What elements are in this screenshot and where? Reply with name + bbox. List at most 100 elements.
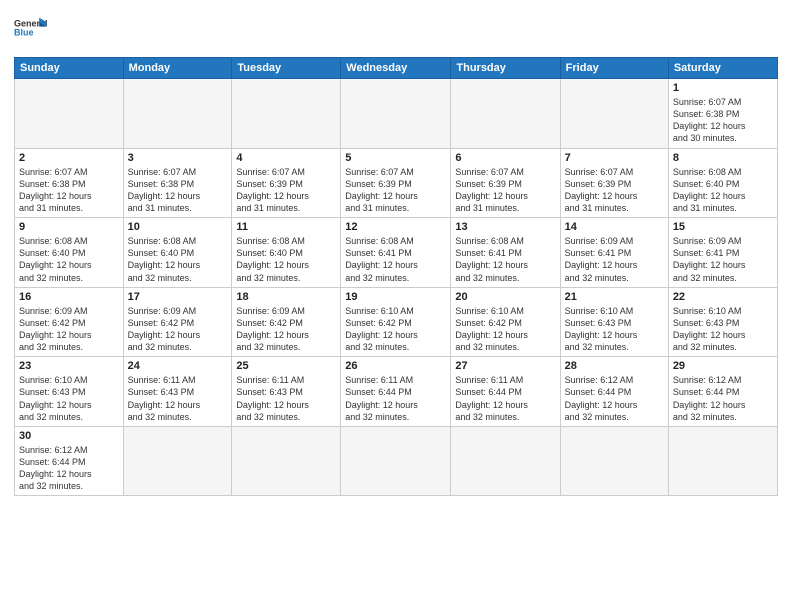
calendar-cell [232, 79, 341, 149]
calendar-week-4: 16 Sunrise: 6:09 AM Sunset: 6:42 PM Dayli… [15, 287, 778, 357]
header: General Blue [14, 10, 778, 51]
day-number: 29 [673, 360, 773, 372]
calendar-week-1: 1 Sunrise: 6:07 AM Sunset: 6:38 PM Daylig… [15, 79, 778, 149]
calendar-cell [15, 79, 124, 149]
day-number: 12 [345, 221, 446, 233]
calendar-cell: 1 Sunrise: 6:07 AM Sunset: 6:38 PM Daylig… [668, 79, 777, 149]
day-info: Sunrise: 6:11 AM Sunset: 6:43 PM Dayligh… [236, 374, 336, 423]
day-info: Sunrise: 6:07 AM Sunset: 6:39 PM Dayligh… [565, 166, 664, 215]
day-info: Sunrise: 6:08 AM Sunset: 6:41 PM Dayligh… [455, 235, 555, 284]
day-number: 1 [673, 82, 773, 94]
day-number: 4 [236, 152, 336, 164]
day-info: Sunrise: 6:07 AM Sunset: 6:38 PM Dayligh… [19, 166, 119, 215]
calendar-cell: 20 Sunrise: 6:10 AM Sunset: 6:42 PM Dayli… [451, 287, 560, 357]
calendar-cell: 30 Sunrise: 6:12 AM Sunset: 6:44 PM Dayli… [15, 426, 124, 496]
day-info: Sunrise: 6:08 AM Sunset: 6:41 PM Dayligh… [345, 235, 446, 284]
day-number: 16 [19, 291, 119, 303]
day-number: 7 [565, 152, 664, 164]
day-info: Sunrise: 6:12 AM Sunset: 6:44 PM Dayligh… [673, 374, 773, 423]
day-info: Sunrise: 6:12 AM Sunset: 6:44 PM Dayligh… [565, 374, 664, 423]
calendar-cell: 29 Sunrise: 6:12 AM Sunset: 6:44 PM Dayli… [668, 357, 777, 427]
day-number: 9 [19, 221, 119, 233]
day-number: 30 [19, 430, 119, 442]
calendar-cell: 21 Sunrise: 6:10 AM Sunset: 6:43 PM Dayli… [560, 287, 668, 357]
day-info: Sunrise: 6:12 AM Sunset: 6:44 PM Dayligh… [19, 444, 119, 493]
calendar-cell: 5Sunrise: 6:07 AM Sunset: 6:39 PM Daylig… [341, 148, 451, 218]
calendar-cell: 9 Sunrise: 6:08 AM Sunset: 6:40 PM Daylig… [15, 218, 124, 288]
day-number: 6 [455, 152, 555, 164]
col-header-monday: Monday [123, 58, 232, 79]
day-info: Sunrise: 6:09 AM Sunset: 6:41 PM Dayligh… [565, 235, 664, 284]
col-header-wednesday: Wednesday [341, 58, 451, 79]
calendar-cell: 24 Sunrise: 6:11 AM Sunset: 6:43 PM Dayli… [123, 357, 232, 427]
calendar-cell: 15Sunrise: 6:09 AM Sunset: 6:41 PM Dayli… [668, 218, 777, 288]
day-number: 2 [19, 152, 119, 164]
col-header-saturday: Saturday [668, 58, 777, 79]
day-number: 27 [455, 360, 555, 372]
day-info: Sunrise: 6:08 AM Sunset: 6:40 PM Dayligh… [673, 166, 773, 215]
calendar-cell: 26Sunrise: 6:11 AM Sunset: 6:44 PM Dayli… [341, 357, 451, 427]
day-info: Sunrise: 6:09 AM Sunset: 6:42 PM Dayligh… [128, 305, 228, 354]
calendar-cell: 14 Sunrise: 6:09 AM Sunset: 6:41 PM Dayli… [560, 218, 668, 288]
calendar-cell [341, 79, 451, 149]
calendar-week-5: 23 Sunrise: 6:10 AM Sunset: 6:43 PM Dayli… [15, 357, 778, 427]
day-number: 23 [19, 360, 119, 372]
calendar-cell: 28 Sunrise: 6:12 AM Sunset: 6:44 PM Dayli… [560, 357, 668, 427]
calendar-cell: 6Sunrise: 6:07 AM Sunset: 6:39 PM Daylig… [451, 148, 560, 218]
day-number: 18 [236, 291, 336, 303]
day-info: Sunrise: 6:07 AM Sunset: 6:38 PM Dayligh… [128, 166, 228, 215]
day-info: Sunrise: 6:09 AM Sunset: 6:42 PM Dayligh… [236, 305, 336, 354]
calendar-cell [560, 79, 668, 149]
day-info: Sunrise: 6:10 AM Sunset: 6:42 PM Dayligh… [345, 305, 446, 354]
day-number: 21 [565, 291, 664, 303]
day-number: 8 [673, 152, 773, 164]
calendar-cell: 13Sunrise: 6:08 AM Sunset: 6:41 PM Dayli… [451, 218, 560, 288]
day-info: Sunrise: 6:10 AM Sunset: 6:43 PM Dayligh… [565, 305, 664, 354]
col-header-sunday: Sunday [15, 58, 124, 79]
calendar-cell [123, 426, 232, 496]
day-number: 25 [236, 360, 336, 372]
logo-svg: General Blue [14, 10, 50, 46]
calendar-cell: 25 Sunrise: 6:11 AM Sunset: 6:43 PM Dayli… [232, 357, 341, 427]
day-info: Sunrise: 6:09 AM Sunset: 6:42 PM Dayligh… [19, 305, 119, 354]
day-number: 22 [673, 291, 773, 303]
day-info: Sunrise: 6:10 AM Sunset: 6:43 PM Dayligh… [19, 374, 119, 423]
calendar-cell: 2 Sunrise: 6:07 AM Sunset: 6:38 PM Daylig… [15, 148, 124, 218]
calendar-cell [560, 426, 668, 496]
calendar-cell [668, 426, 777, 496]
calendar-cell: 18 Sunrise: 6:09 AM Sunset: 6:42 PM Dayli… [232, 287, 341, 357]
svg-text:Blue: Blue [14, 28, 34, 38]
page: General Blue SundayMondayTuesdayWednesda… [0, 0, 792, 612]
calendar-cell: 22 Sunrise: 6:10 AM Sunset: 6:43 PM Dayli… [668, 287, 777, 357]
day-number: 24 [128, 360, 228, 372]
calendar-cell: 17Sunrise: 6:09 AM Sunset: 6:42 PM Dayli… [123, 287, 232, 357]
calendar-cell: 12 Sunrise: 6:08 AM Sunset: 6:41 PM Dayli… [341, 218, 451, 288]
calendar-cell [451, 79, 560, 149]
calendar-week-6: 30 Sunrise: 6:12 AM Sunset: 6:44 PM Dayli… [15, 426, 778, 496]
calendar-week-2: 2 Sunrise: 6:07 AM Sunset: 6:38 PM Daylig… [15, 148, 778, 218]
calendar-cell: 8 Sunrise: 6:08 AM Sunset: 6:40 PM Daylig… [668, 148, 777, 218]
day-info: Sunrise: 6:09 AM Sunset: 6:41 PM Dayligh… [673, 235, 773, 284]
col-header-friday: Friday [560, 58, 668, 79]
day-number: 19 [345, 291, 446, 303]
calendar-cell: 4Sunrise: 6:07 AM Sunset: 6:39 PM Daylig… [232, 148, 341, 218]
day-info: Sunrise: 6:08 AM Sunset: 6:40 PM Dayligh… [128, 235, 228, 284]
calendar-header-row: SundayMondayTuesdayWednesdayThursdayFrid… [15, 58, 778, 79]
calendar-cell: 27Sunrise: 6:11 AM Sunset: 6:44 PM Dayli… [451, 357, 560, 427]
calendar-cell: 16 Sunrise: 6:09 AM Sunset: 6:42 PM Dayli… [15, 287, 124, 357]
day-number: 20 [455, 291, 555, 303]
day-info: Sunrise: 6:08 AM Sunset: 6:40 PM Dayligh… [19, 235, 119, 284]
day-info: Sunrise: 6:11 AM Sunset: 6:43 PM Dayligh… [128, 374, 228, 423]
calendar-cell: 11Sunrise: 6:08 AM Sunset: 6:40 PM Dayli… [232, 218, 341, 288]
day-number: 14 [565, 221, 664, 233]
day-number: 11 [236, 221, 336, 233]
col-header-thursday: Thursday [451, 58, 560, 79]
day-info: Sunrise: 6:10 AM Sunset: 6:43 PM Dayligh… [673, 305, 773, 354]
calendar-cell: 7 Sunrise: 6:07 AM Sunset: 6:39 PM Daylig… [560, 148, 668, 218]
day-info: Sunrise: 6:07 AM Sunset: 6:38 PM Dayligh… [673, 96, 773, 145]
day-number: 28 [565, 360, 664, 372]
day-info: Sunrise: 6:07 AM Sunset: 6:39 PM Dayligh… [345, 166, 446, 215]
calendar-cell: 23 Sunrise: 6:10 AM Sunset: 6:43 PM Dayli… [15, 357, 124, 427]
day-info: Sunrise: 6:11 AM Sunset: 6:44 PM Dayligh… [345, 374, 446, 423]
day-info: Sunrise: 6:10 AM Sunset: 6:42 PM Dayligh… [455, 305, 555, 354]
